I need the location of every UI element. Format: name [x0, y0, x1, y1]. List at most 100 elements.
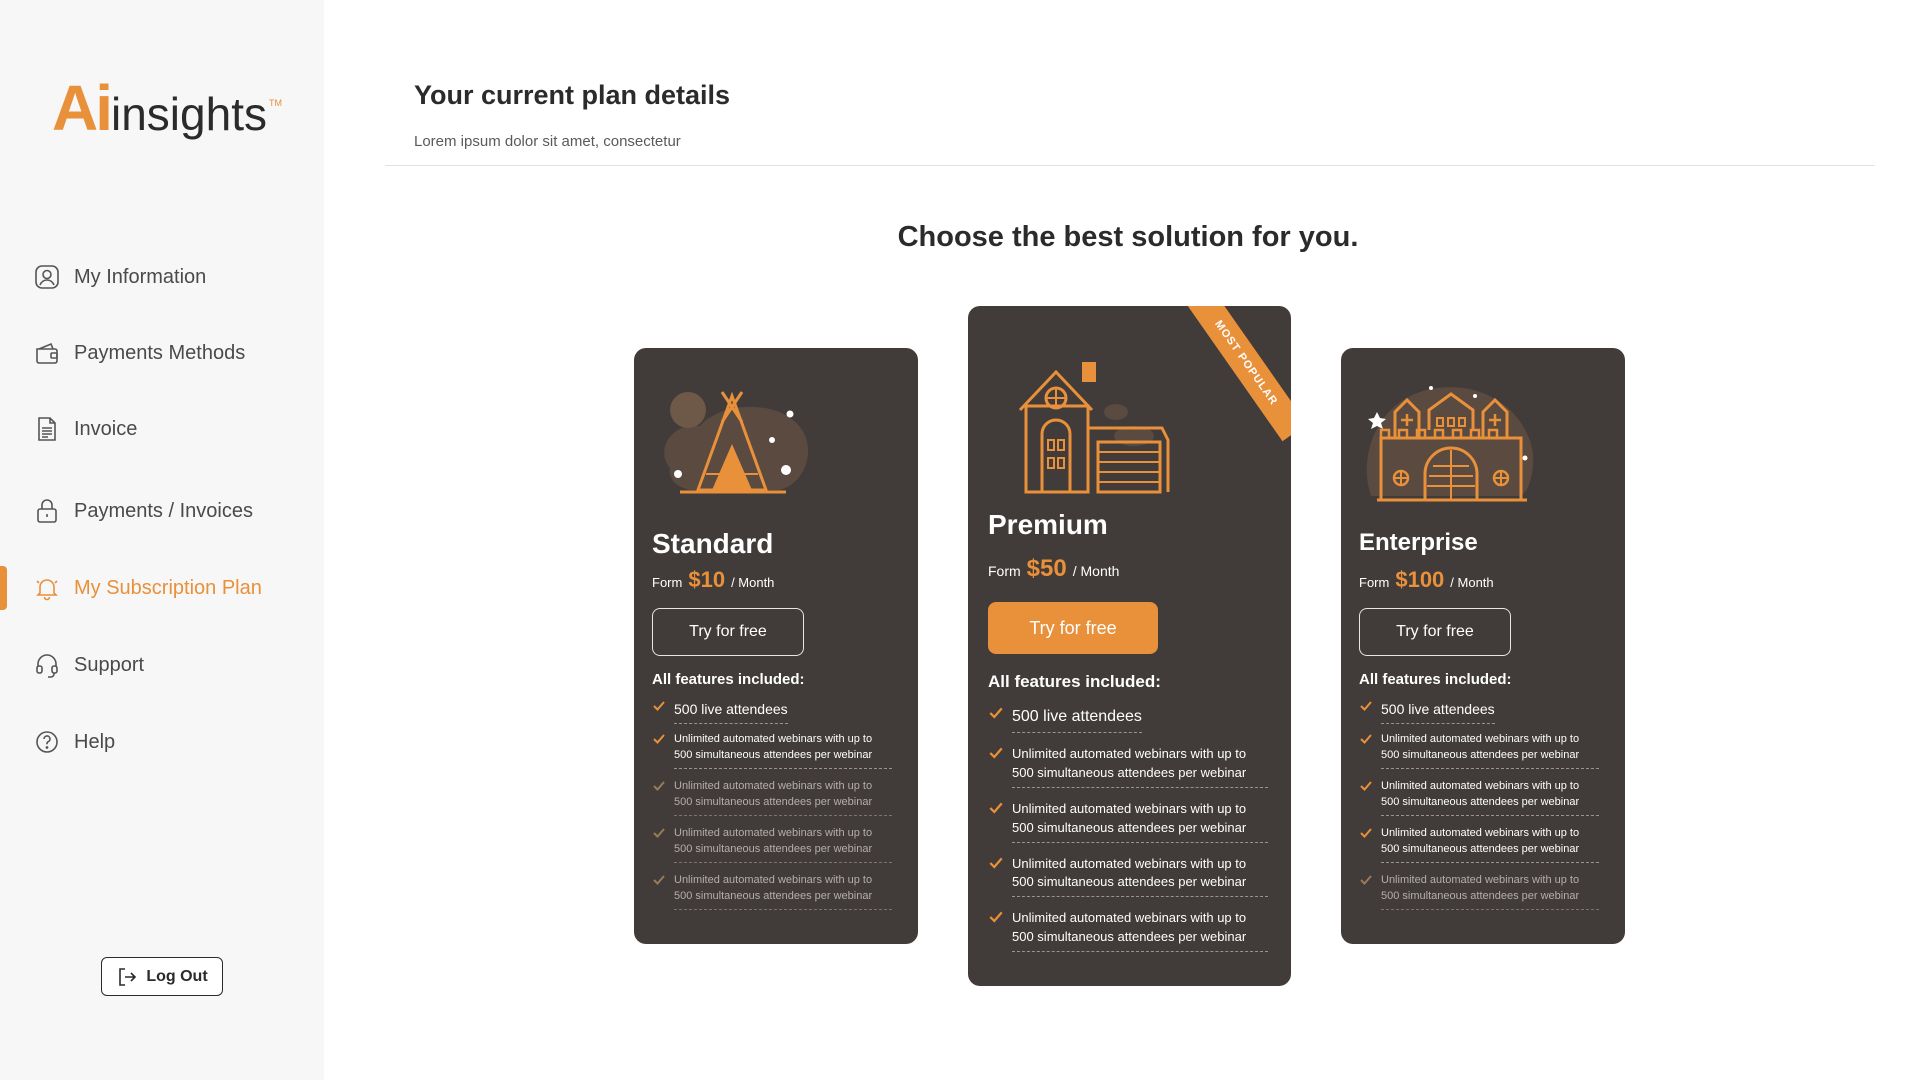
- feature-text: 500 live attendees: [1012, 705, 1142, 734]
- feature-text: Unlimited automated webinars with up to …: [1012, 800, 1268, 843]
- sidebar-item-support[interactable]: Support: [34, 648, 144, 682]
- logout-icon: [119, 967, 137, 986]
- feature-item: Unlimited automated webinars with up to …: [988, 800, 1268, 843]
- feature-text: Unlimited automated webinars with up to …: [1012, 745, 1268, 788]
- active-indicator: [0, 566, 7, 610]
- feature-text: Unlimited automated webinars with up to …: [1012, 909, 1268, 952]
- lock-icon: [34, 498, 60, 524]
- check-icon: [1360, 734, 1372, 745]
- check-icon: [989, 707, 1003, 719]
- plan-card-standard: Standard Form $10 / Month Try for free A…: [634, 348, 918, 944]
- plan-name: Standard: [652, 528, 774, 559]
- plan-card-premium: MOST POPULAR Premium Form $50 / Month Tr…: [968, 306, 1291, 986]
- feature-item: Unlimited automated webinars with up to …: [988, 855, 1268, 898]
- check-icon: [653, 781, 665, 792]
- sidebar: Ai insights TM My Information Payments M…: [0, 0, 324, 1080]
- check-icon: [989, 747, 1003, 759]
- price-from: Form: [652, 575, 683, 590]
- document-icon: [34, 416, 60, 442]
- sidebar-item-invoice[interactable]: Invoice: [34, 412, 137, 446]
- check-icon: [653, 828, 665, 839]
- price-period: / Month: [1072, 563, 1120, 579]
- check-icon: [1360, 781, 1372, 792]
- price-amount: $50: [1026, 555, 1067, 582]
- brand-logo: Ai insights TM: [52, 76, 282, 140]
- price-amount: $100: [1395, 567, 1445, 592]
- feature-item: Unlimited automated webinars with up to …: [1359, 826, 1599, 863]
- check-icon: [653, 701, 665, 711]
- user-icon: [34, 264, 60, 290]
- castle-illustration: [1366, 386, 1534, 502]
- sidebar-item-my-information[interactable]: My Information: [34, 260, 206, 294]
- logo-trademark: TM: [268, 98, 282, 108]
- feature-text: 500 live attendees: [1381, 699, 1495, 725]
- sidebar-item-label: Help: [74, 730, 116, 753]
- features-title: All features included:: [988, 672, 1161, 691]
- check-icon: [1360, 828, 1372, 839]
- feature-text: Unlimited automated webinars with up to …: [674, 873, 892, 910]
- feature-text: Unlimited automated webinars with up to …: [674, 732, 892, 770]
- wallet-icon: [34, 340, 60, 366]
- sidebar-item-label: My Subscription Plan: [74, 576, 262, 599]
- plan-price: Form $50 / Month: [988, 555, 1119, 583]
- feature-text: Unlimited automated webinars with up to …: [674, 826, 892, 863]
- features-title: All features included:: [652, 671, 805, 688]
- house-illustration: [1018, 362, 1170, 494]
- price-period: / Month: [731, 575, 775, 590]
- logo-ai: Ai: [52, 72, 113, 144]
- plan-name: Premium: [988, 509, 1108, 540]
- page-title: Your current plan details: [414, 80, 731, 110]
- feature-text: Unlimited automated webinars with up to …: [1381, 826, 1599, 863]
- app-root: Ai insights TM My Information Payments M…: [0, 0, 1921, 1080]
- feature-item: 500 live attendees: [652, 699, 892, 725]
- feature-text: Unlimited automated webinars with up to …: [1012, 855, 1268, 898]
- sidebar-item-payments-methods[interactable]: Payments Methods: [34, 336, 245, 370]
- logout-button[interactable]: Log Out: [101, 957, 223, 996]
- plan-name: Enterprise: [1359, 529, 1478, 556]
- feature-item: Unlimited automated webinars with up to …: [652, 873, 892, 910]
- feature-list: 500 live attendees Unlimited automated w…: [1359, 699, 1599, 910]
- features-title: All features included:: [1359, 671, 1512, 688]
- feature-item: Unlimited automated webinars with up to …: [1359, 779, 1599, 817]
- feature-item: Unlimited automated webinars with up to …: [988, 909, 1268, 952]
- most-popular-badge: MOST POPULAR: [1184, 306, 1291, 442]
- check-icon: [989, 802, 1003, 814]
- check-icon: [989, 911, 1003, 923]
- try-for-free-button[interactable]: Try for free: [988, 602, 1158, 654]
- try-for-free-button[interactable]: Try for free: [652, 608, 804, 656]
- price-period: / Month: [1450, 575, 1494, 590]
- badge-label: MOST POPULAR: [1212, 318, 1280, 408]
- logout-label: Log Out: [146, 967, 208, 985]
- sidebar-item-label: My Information: [74, 265, 207, 288]
- price-from: Form: [988, 563, 1021, 579]
- feature-text: Unlimited automated webinars with up to …: [1381, 732, 1599, 770]
- feature-item: 500 live attendees: [1359, 699, 1599, 725]
- feature-list: 500 live attendees Unlimited automated w…: [988, 705, 1268, 952]
- plan-price: Form $10 / Month: [652, 567, 774, 593]
- feature-text: Unlimited automated webinars with up to …: [1381, 779, 1599, 817]
- try-for-free-button[interactable]: Try for free: [1359, 608, 1511, 656]
- sidebar-item-my-subscription-plan[interactable]: My Subscription Plan: [34, 571, 262, 605]
- feature-item: Unlimited automated webinars with up to …: [1359, 732, 1599, 770]
- check-icon: [1360, 701, 1372, 711]
- header-divider: [385, 165, 1875, 166]
- help-icon: [34, 729, 60, 755]
- feature-text: Unlimited automated webinars with up to …: [674, 779, 892, 817]
- logo-insights: insights: [111, 88, 267, 140]
- sidebar-item-label: Invoice: [74, 417, 138, 440]
- feature-item: 500 live attendees: [988, 705, 1268, 734]
- check-icon: [989, 857, 1003, 869]
- feature-item: Unlimited automated webinars with up to …: [1359, 873, 1599, 910]
- feature-item: Unlimited automated webinars with up to …: [652, 732, 892, 770]
- feature-item: Unlimited automated webinars with up to …: [652, 779, 892, 817]
- price-from: Form: [1359, 575, 1390, 590]
- sidebar-item-payments-invoices[interactable]: Payments / Invoices: [34, 494, 253, 528]
- feature-text: Unlimited automated webinars with up to …: [1381, 873, 1599, 910]
- page-subtitle: Lorem ipsum dolor sit amet, consectetur: [414, 133, 681, 150]
- sidebar-item-label: Payments Methods: [74, 341, 246, 364]
- check-icon: [653, 734, 665, 745]
- sidebar-item-help[interactable]: Help: [34, 725, 115, 759]
- bell-icon: [34, 575, 60, 601]
- feature-item: Unlimited automated webinars with up to …: [988, 745, 1268, 788]
- teepee-illustration: [664, 391, 809, 494]
